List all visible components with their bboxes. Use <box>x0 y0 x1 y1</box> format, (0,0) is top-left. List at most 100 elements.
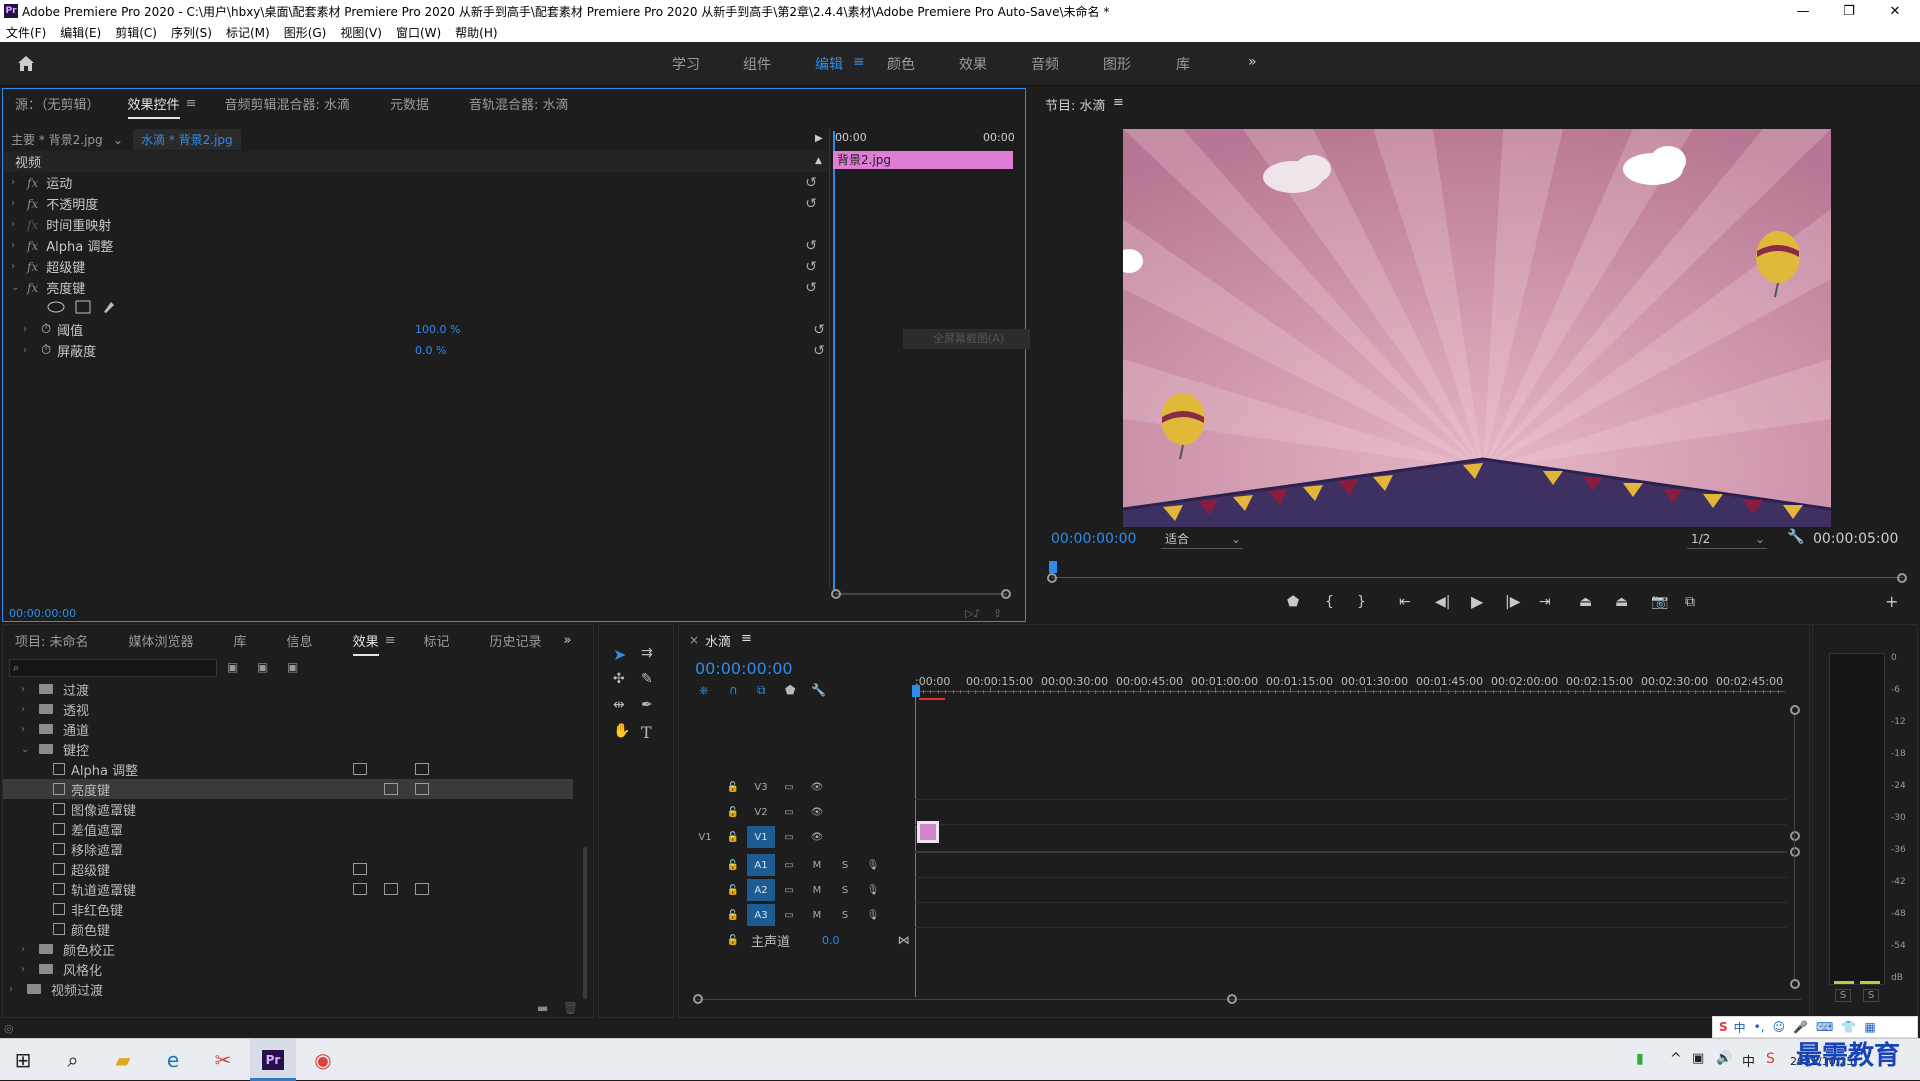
ime-language[interactable]: 中 <box>1734 1019 1746 1036</box>
extract-icon[interactable]: ⏏ <box>1615 594 1628 610</box>
rectangle-mask-icon[interactable] <box>75 300 91 317</box>
program-playhead-timecode[interactable]: 00:00:00:00 <box>1051 531 1136 547</box>
pen-mask-icon[interactable] <box>101 299 117 318</box>
panel-menu-icon[interactable]: ≡ <box>1113 95 1124 110</box>
expand-chevron-icon[interactable]: › <box>11 240 23 251</box>
param-value[interactable]: 100.0 % <box>415 323 460 336</box>
h-scroll-handle-right[interactable] <box>1227 994 1237 1004</box>
master-volume-value[interactable]: 0.0 <box>822 934 840 947</box>
yuv-effects-icon[interactable]: ▣ <box>287 660 298 674</box>
step-forward-icon[interactable]: |▶ <box>1505 594 1520 610</box>
tree-effect-remove-matte[interactable]: 移除遮罩 <box>3 839 573 859</box>
home-icon[interactable] <box>16 54 38 74</box>
scroll-handle-right[interactable] <box>1001 589 1011 599</box>
tab-libraries[interactable]: 库 <box>234 631 247 650</box>
minimize-button[interactable]: — <box>1780 0 1826 22</box>
mic-icon[interactable]: 🎙 <box>859 854 887 876</box>
hand-tool-icon[interactable]: ✋ <box>613 723 630 739</box>
expand-chevron-icon[interactable]: › <box>11 261 23 272</box>
mini-clip-bar[interactable]: 背景2.jpg <box>833 151 1013 169</box>
solo-left-button[interactable]: S <box>1835 989 1851 1002</box>
search-icon[interactable]: ⌕ <box>50 1039 96 1081</box>
workspace-learn[interactable]: 学习 <box>672 54 700 74</box>
tray-chevron-icon[interactable]: ^ <box>1670 1051 1682 1067</box>
track-select-tool-icon[interactable]: ⇉ <box>641 645 653 661</box>
fit-dropdown[interactable]: 适合 ⌄ <box>1161 529 1243 549</box>
fx-badge-icon[interactable]: fx <box>27 281 38 295</box>
windows-start-icon[interactable]: ⊞ <box>0 1039 46 1081</box>
tab-menu-icon[interactable]: ≡ <box>186 96 197 111</box>
ime-toolbar[interactable]: S 中 •, ☺ 🎤 ⌨ 👕 ▦ <box>1712 1016 1918 1038</box>
sync-lock-icon[interactable]: ▭ <box>775 776 803 798</box>
tray-network-icon[interactable]: ▣ <box>1692 1051 1704 1066</box>
ripple-edit-tool-icon[interactable]: ✣ <box>613 671 625 687</box>
menu-view[interactable]: 视图(V) <box>340 24 382 41</box>
workspace-effects[interactable]: 效果 <box>959 54 987 74</box>
track-label[interactable]: V1 <box>747 826 775 848</box>
tab-effects[interactable]: 效果 <box>352 631 379 656</box>
sequence-tab[interactable]: 水滴 <box>705 631 731 650</box>
active-clip-label[interactable]: 水滴 * 背景2.jpg <box>133 129 241 150</box>
tab-media-browser[interactable]: 媒体浏览器 <box>129 631 194 650</box>
effect-row-time-remap[interactable]: › fx 时间重映射 <box>11 214 829 235</box>
tab-history[interactable]: 历史记录 <box>490 631 542 650</box>
slip-tool-icon[interactable]: ⇹ <box>613 697 625 713</box>
lock-icon[interactable]: 🔓 <box>719 879 747 901</box>
fx-badge-icon[interactable]: fx <box>27 197 38 211</box>
fx-badge-icon[interactable]: fx <box>27 239 38 253</box>
pen-tool-icon[interactable]: ✒ <box>641 697 653 713</box>
lock-icon[interactable]: 🔓 <box>719 929 747 951</box>
tree-effect-color-key[interactable]: 颜色键 <box>3 919 573 939</box>
menu-sequence[interactable]: 序列(S) <box>171 24 212 41</box>
type-tool-icon[interactable]: T <box>641 723 652 742</box>
tree-effect-image-matte-key[interactable]: 图像遮罩键 <box>3 799 573 819</box>
mini-playhead[interactable] <box>833 131 835 591</box>
lock-icon[interactable]: 🔓 <box>719 904 747 926</box>
delete-icon[interactable]: 🗑 <box>563 1001 578 1015</box>
tree-folder-perspective[interactable]: › 透视 <box>3 699 573 719</box>
mic-icon[interactable]: 🎙 <box>859 904 887 926</box>
32bit-effects-icon[interactable]: ▣ <box>257 660 268 674</box>
mic-icon[interactable]: 🎙 <box>859 879 887 901</box>
workspace-graphics[interactable]: 图形 <box>1103 54 1131 74</box>
tab-audio-track-mixer[interactable]: 音轨混合器: 水滴 <box>469 94 569 113</box>
program-monitor-title[interactable]: 节目: 水滴 <box>1045 95 1106 114</box>
tree-effect-luma-key[interactable]: 亮度键 <box>3 779 573 799</box>
workspace-libraries[interactable]: 库 <box>1176 54 1190 74</box>
wrench-icon[interactable]: 🔧 <box>1787 529 1804 545</box>
lift-icon[interactable]: ⏏ <box>1579 594 1592 610</box>
tree-effect-alpha-adjust[interactable]: Alpha 调整 <box>3 759 573 779</box>
play-icon[interactable]: ▶ <box>1471 592 1483 611</box>
fx-badge-icon[interactable]: fx <box>27 176 38 190</box>
camera-icon[interactable]: 📷 <box>1651 594 1668 610</box>
close-button[interactable]: ✕ <box>1872 0 1918 22</box>
file-explorer-icon[interactable]: ▰ <box>100 1039 146 1081</box>
reset-icon[interactable]: ↺ <box>805 238 817 254</box>
menu-marker[interactable]: 标记(M) <box>226 24 270 41</box>
expand-chevron-icon[interactable]: › <box>11 219 23 230</box>
ellipse-mask-icon[interactable] <box>47 301 65 316</box>
sync-lock-icon[interactable]: ▭ <box>775 904 803 926</box>
tree-folder-color-correction[interactable]: › 颜色校正 <box>3 939 573 959</box>
reset-icon[interactable]: ↺ <box>805 259 817 275</box>
param-value[interactable]: 0.0 % <box>415 344 446 357</box>
sync-lock-icon[interactable]: ▭ <box>775 879 803 901</box>
tree-effect-track-matte-key[interactable]: 轨道遮罩键 <box>3 879 573 899</box>
lock-icon[interactable]: 🔓 <box>719 776 747 798</box>
play-only-icon[interactable]: ▶ <box>815 133 823 144</box>
mini-scrollbar[interactable] <box>835 593 1007 595</box>
filter-icon[interactable]: ▷♪ <box>965 607 980 620</box>
tree-folder-stylize[interactable]: › 风格化 <box>3 959 573 979</box>
expand-chevron-icon[interactable]: › <box>11 198 23 209</box>
more-workspaces-icon[interactable]: » <box>1248 54 1257 70</box>
menu-edit[interactable]: 编辑(E) <box>60 24 101 41</box>
eye-icon[interactable]: 👁 <box>803 776 831 798</box>
add-marker-icon[interactable]: ⬟ <box>1287 594 1299 610</box>
close-sequence-icon[interactable]: × <box>689 633 699 647</box>
track-label[interactable]: V3 <box>747 776 775 798</box>
resolution-dropdown[interactable]: 1/2 ⌄ <box>1687 529 1767 549</box>
chrome-icon[interactable]: ◉ <box>300 1039 346 1081</box>
mark-in-icon[interactable]: { <box>1325 594 1334 610</box>
h-scroll-handle-left[interactable] <box>693 994 703 1004</box>
go-to-out-icon[interactable]: ⇥ <box>1539 594 1551 610</box>
